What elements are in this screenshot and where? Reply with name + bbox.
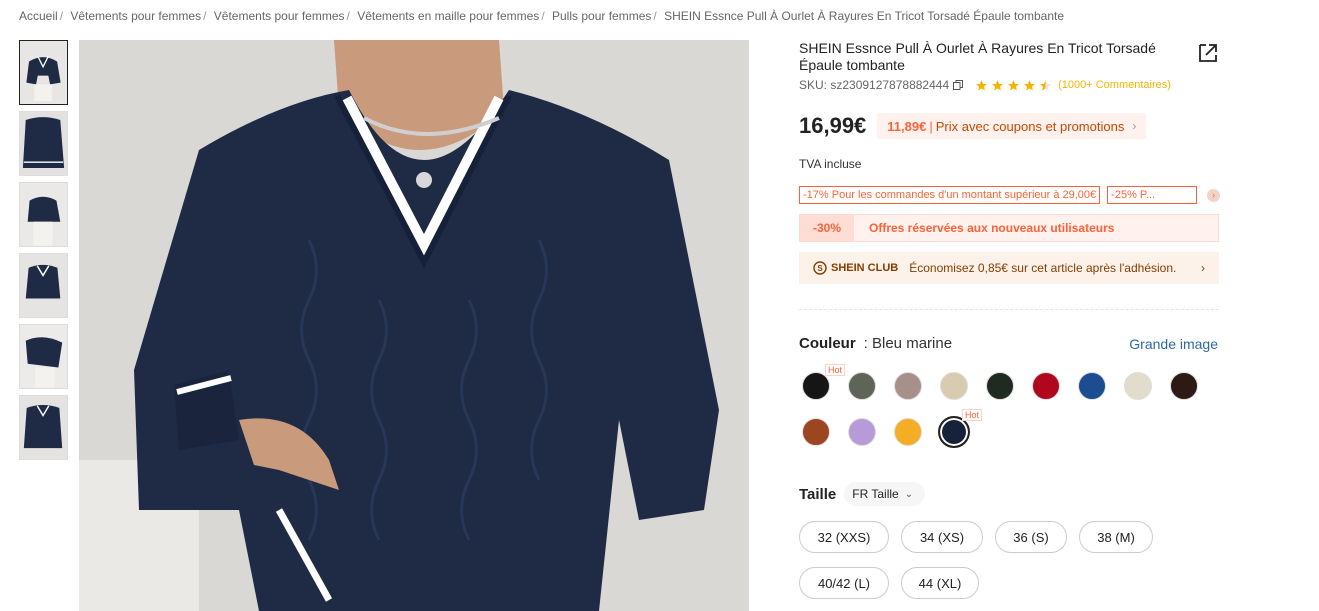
breadcrumb: Accueil / Vêtements pour femmes / Vêtement…: [19, 9, 1064, 23]
product-photo: [79, 40, 749, 611]
breadcrumb-home[interactable]: Accueil: [19, 9, 58, 23]
big-image-link[interactable]: Grande image: [1129, 336, 1218, 352]
color-swatch[interactable]: [848, 372, 876, 400]
color-value: : Bleu marine: [863, 335, 953, 352]
breadcrumb-separator: /: [59, 9, 64, 23]
promo-tags: -17% Pour les commandes d'un montant sup…: [799, 186, 1221, 204]
sku-row: SKU: sz2309127878882444 (1000+ Commentai…: [799, 78, 1171, 92]
thumbnail-image: [22, 43, 65, 102]
breadcrumb-separator: /: [541, 9, 545, 23]
price-row: 16,99€ 11,89€ | Prix avec coupons et pro…: [799, 113, 1147, 139]
coupon-price: 11,89€: [887, 118, 927, 134]
shein-club-icon: S: [813, 261, 827, 275]
color-swatch[interactable]: Hot: [938, 409, 983, 448]
breadcrumb-sweaters[interactable]: Pulls pour femmes: [552, 9, 651, 23]
color-swatch[interactable]: [1032, 372, 1060, 400]
promo-tag[interactable]: -17% Pour les commandes d'un montant sup…: [799, 186, 1101, 204]
swatch-row: Hot: [802, 364, 1222, 402]
club-name: SHEIN CLUB: [831, 262, 899, 274]
thumbnail-2[interactable]: [19, 111, 68, 176]
club-text: Économisez 0,85€ sur cet article après l…: [909, 261, 1177, 275]
breadcrumb-separator: /: [653, 9, 657, 23]
thumbnail-list: [19, 40, 69, 466]
size-option[interactable]: 32 (XXS): [799, 521, 889, 553]
star-icon: [1024, 79, 1036, 90]
thumbnail-1[interactable]: [19, 40, 68, 105]
rating-stars: [975, 79, 1052, 92]
thumbnail-5[interactable]: [19, 324, 68, 389]
chevron-right-icon[interactable]: ›: [1207, 188, 1221, 202]
color-swatch[interactable]: [848, 418, 876, 446]
star-icon: [992, 79, 1004, 90]
shein-club-banner[interactable]: S SHEIN CLUB Économisez 0,85€ sur cet ar…: [799, 252, 1219, 284]
size-option[interactable]: 36 (S): [995, 521, 1067, 553]
size-system-select[interactable]: FR Taille ⌄: [844, 482, 926, 506]
size-label: Taille: [799, 485, 837, 503]
svg-text:S: S: [817, 264, 823, 273]
color-swatch[interactable]: [802, 418, 830, 446]
divider: [799, 309, 1219, 310]
chevron-right-icon: ›: [1132, 119, 1137, 133]
color-swatches: Hot Hot: [802, 364, 1222, 464]
color-swatch[interactable]: [940, 372, 968, 400]
size-options: 32 (XXS) 34 (XS) 36 (S) 38 (M) 40/42 (L)…: [799, 521, 1220, 599]
breadcrumb-women-clothing[interactable]: Vêtements pour femmes: [70, 9, 201, 23]
color-swatch[interactable]: [1078, 372, 1106, 400]
star-icon: [976, 79, 988, 90]
main-product-image[interactable]: [79, 40, 749, 611]
color-swatch[interactable]: [894, 372, 922, 400]
share-icon[interactable]: [1197, 42, 1219, 64]
size-option[interactable]: 38 (M): [1079, 521, 1153, 553]
size-system-value: FR Taille: [852, 487, 899, 501]
hot-badge: Hot: [962, 409, 983, 421]
color-label: Couleur: [799, 335, 856, 352]
breadcrumb-separator: /: [203, 9, 207, 23]
thumbnail-image: [20, 254, 67, 317]
star-half-icon: [1040, 79, 1052, 90]
star-icon: [1008, 79, 1020, 90]
size-option[interactable]: 34 (XS): [901, 521, 983, 553]
reviews-link[interactable]: (1000+ Commentaires): [1058, 79, 1171, 91]
thumbnail-6[interactable]: [19, 395, 68, 460]
swatch-row: Hot: [802, 409, 1222, 448]
size-option[interactable]: 40/42 (L): [799, 567, 889, 599]
chevron-down-icon: ⌄: [904, 488, 914, 500]
color-swatch[interactable]: [1124, 372, 1152, 400]
thumbnail-4[interactable]: [19, 253, 68, 318]
thumbnail-image: [20, 396, 67, 459]
coupon-separator: |: [929, 118, 933, 134]
breadcrumb-knitwear[interactable]: Vêtements en maille pour femmes: [357, 9, 539, 23]
hot-badge: Hot: [825, 364, 846, 376]
product-price: 16,99€: [799, 113, 867, 138]
coupon-price-banner[interactable]: 11,89€ | Prix avec coupons et promotions…: [877, 113, 1147, 139]
size-header: Taille FR Taille ⌄: [799, 482, 926, 506]
chevron-right-icon: ›: [1201, 261, 1205, 275]
thumbnail-image: [20, 112, 67, 175]
color-swatch[interactable]: [894, 418, 922, 446]
color-header: Couleur : Bleu marine Grande image: [799, 335, 1219, 352]
breadcrumb-separator: /: [346, 9, 350, 23]
new-user-offer[interactable]: -30% Offres réservées aux nouveaux utili…: [799, 214, 1219, 242]
coupon-text: Prix avec coupons et promotions: [935, 118, 1125, 134]
shein-club-logo: S SHEIN CLUB: [813, 261, 898, 275]
discount-badge: -30%: [800, 215, 854, 241]
thumbnail-image: [20, 183, 67, 246]
breadcrumb-women-clothing-2[interactable]: Vêtements pour femmes: [214, 9, 345, 23]
thumbnail-3[interactable]: [19, 182, 68, 247]
color-swatch[interactable]: Hot: [802, 364, 846, 400]
color-swatch[interactable]: [986, 372, 1014, 400]
breadcrumb-current-product: SHEIN Essnce Pull À Ourlet À Rayures En …: [664, 9, 1065, 23]
vat-note: TVA incluse: [799, 157, 862, 171]
size-option[interactable]: 44 (XL): [901, 567, 979, 599]
promo-tag[interactable]: -25% P...: [1107, 186, 1198, 204]
thumbnail-image: [20, 325, 67, 388]
product-info-panel: SHEIN Essnce Pull À Ourlet À Rayures En …: [799, 40, 1221, 599]
sku-text: SKU: sz2309127878882444: [799, 78, 950, 92]
new-user-text: Offres réservées aux nouveaux utilisateu…: [869, 221, 1115, 235]
copy-icon[interactable]: [953, 80, 964, 90]
product-title: SHEIN Essnce Pull À Ourlet À Rayures En …: [799, 40, 1156, 73]
color-swatch[interactable]: [1170, 372, 1198, 400]
